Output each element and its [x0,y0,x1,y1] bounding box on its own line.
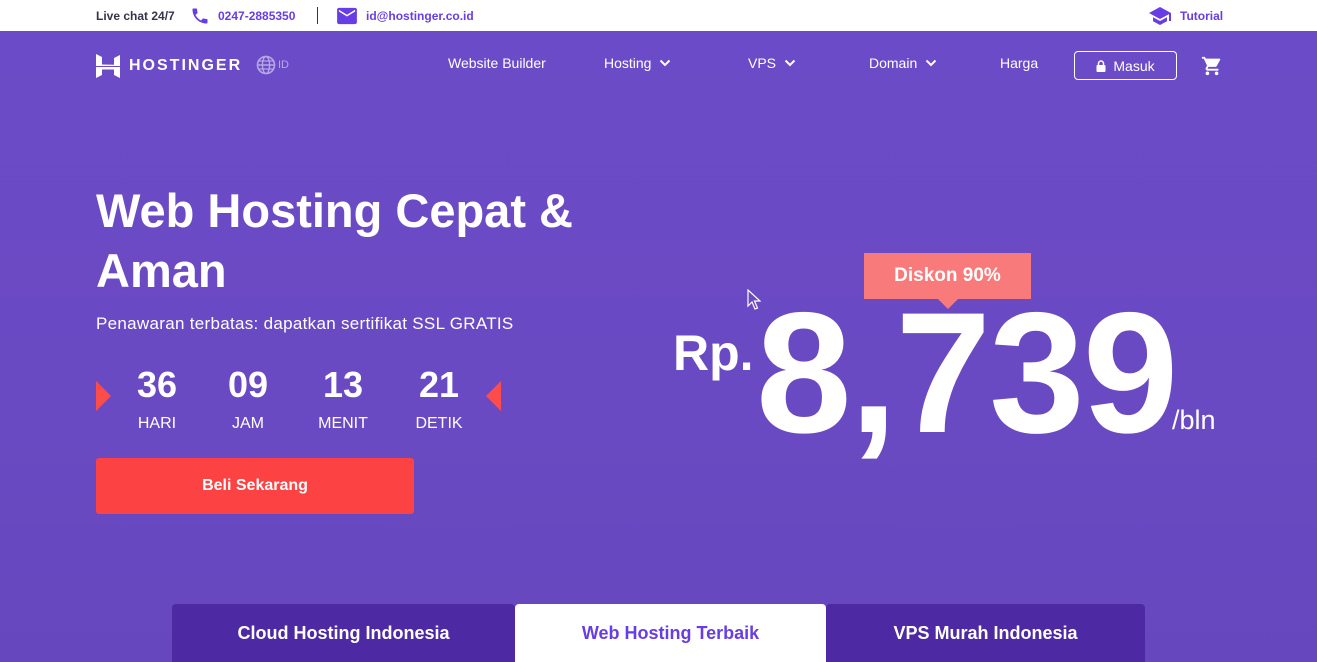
shopping-cart-icon [1201,56,1221,76]
tab-web-hosting[interactable]: Web Hosting Terbaik [515,604,826,662]
countdown-timer: 36 HARI 09 JAM 13 MENIT 21 DETIK [96,361,502,441]
countdown-hours-value: 09 [227,364,269,405]
nav-vps-label: VPS [748,55,777,71]
countdown-left-arrow [96,381,111,411]
live-chat-label[interactable]: Live chat 24/7 [96,0,175,31]
chevron-down-icon [926,59,937,67]
countdown-hours-label: JAM [232,415,264,432]
phone-number: 0247-2885350 [218,8,296,23]
buy-now-button[interactable]: Beli Sekarang [96,458,414,514]
graduation-cap-icon [1149,6,1171,25]
countdown-right-arrow [486,381,501,411]
countdown-minutes-value: 13 [322,364,364,405]
nav-harga[interactable]: Harga [1000,55,1038,71]
product-tabs: Cloud Hosting Indonesia Web Hosting Terb… [172,604,1145,662]
phone-link[interactable]: 0247-2885350 [190,0,295,31]
hostinger-logo-icon [96,54,120,78]
price-currency: Rp. [673,325,754,381]
price-amount: 8,739 [756,277,1178,469]
countdown-minutes-label: MENIT [318,415,368,432]
login-label: Masuk [1113,57,1155,74]
main-nav: HOSTINGER ID Website Builder Hosting VPS… [0,31,1317,101]
tutorial-link[interactable]: Tutorial [1148,0,1223,31]
countdown-minutes: 13 MENIT [303,361,383,433]
phone-icon [192,8,208,23]
countdown-seconds: 21 DETIK [399,361,479,433]
chevron-down-icon [660,59,671,67]
nav-harga-label: Harga [1000,55,1039,71]
login-button[interactable]: Masuk [1074,51,1177,80]
tutorial-label: Tutorial [1180,8,1224,23]
tab-vps[interactable]: VPS Murah Indonesia [826,604,1145,662]
hostinger-logo[interactable]: HOSTINGER [95,53,242,79]
language-selector[interactable]: ID [256,55,289,75]
nav-domain-label: Domain [869,55,918,71]
price-period: /bln [1172,405,1216,435]
logo-text: HOSTINGER [129,57,243,74]
globe-icon [256,55,276,75]
lock-icon [1096,59,1106,72]
mail-icon [337,7,357,24]
cart-button[interactable] [1201,55,1223,82]
countdown-seconds-label: DETIK [415,415,463,432]
countdown-days-label: HARI [137,415,177,432]
countdown-days-value: 36 [136,364,178,405]
countdown-seconds-value: 21 [418,364,460,405]
nav-website-builder[interactable]: Website Builder [448,55,546,71]
email-address: id@hostinger.co.id [366,8,474,23]
countdown-hours: 09 JAM [208,361,288,433]
language-code: ID [278,59,289,71]
tab-cloud-hosting[interactable]: Cloud Hosting Indonesia [172,604,515,662]
hero-title: Web Hosting Cepat & Aman [96,184,573,297]
nav-website-builder-label: Website Builder [448,55,546,71]
mouse-pointer-icon [747,289,761,310]
hero-subtitle: Penawaran terbatas: dapatkan sertifikat … [96,314,514,333]
email-link[interactable]: id@hostinger.co.id [336,0,474,31]
countdown-days: 36 HARI [117,361,197,433]
hero-section: HOSTINGER ID Website Builder Hosting VPS… [0,31,1317,662]
top-bar: Live chat 24/7 0247-2885350 id@hostinger… [0,0,1317,31]
nav-domain[interactable]: Domain [869,55,937,71]
nav-vps[interactable]: VPS [748,55,796,71]
nav-hosting-label: Hosting [604,55,652,71]
topbar-divider [317,7,318,24]
nav-hosting[interactable]: Hosting [604,55,671,71]
chevron-down-icon [784,59,796,67]
